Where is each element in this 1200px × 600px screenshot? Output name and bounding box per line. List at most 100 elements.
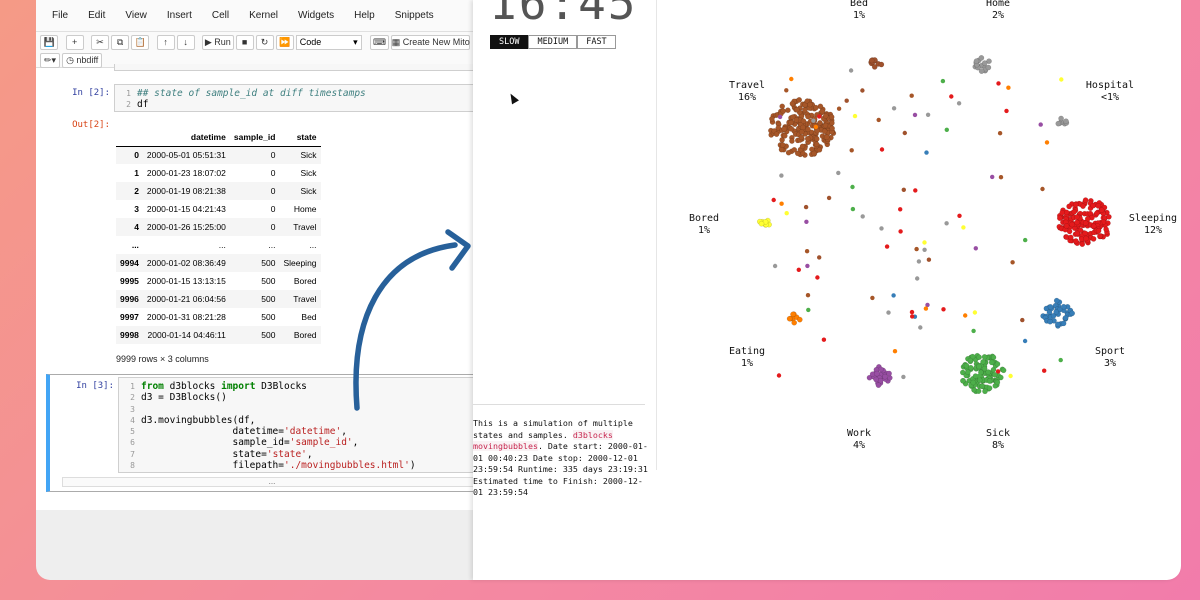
state-label-bored: Bored — [689, 213, 719, 224]
bubble — [849, 148, 854, 153]
bubble — [910, 314, 915, 319]
bubble — [817, 255, 822, 260]
stop-icon[interactable]: ■ — [235, 34, 254, 50]
notebook-area[interactable]: In [2]: 1 ## state of sample_id at diff t… — [36, 64, 476, 510]
bubble — [873, 376, 879, 383]
save-icon[interactable]: 💾 — [40, 34, 59, 50]
menu-insert[interactable]: Insert — [167, 10, 192, 21]
bubble — [779, 173, 784, 178]
bubble — [1022, 338, 1028, 344]
bubbles-canvas[interactable]: Bed1%Home2%Hospital<1%Sleeping12%Sport3%… — [473, 0, 1181, 580]
cell3-line8-str: './movingbubbles.html' — [284, 460, 410, 472]
state-percent-bed: 1% — [853, 10, 865, 21]
cell3-line6-end: , — [352, 437, 359, 449]
cell3-line5-str: 'datetime' — [284, 426, 342, 438]
cell-idx: 9998 — [120, 330, 139, 340]
bubble — [882, 373, 888, 380]
add-cell-icon[interactable]: + — [65, 34, 84, 50]
cell-datetime: 2000-01-31 08:21:28 — [146, 312, 226, 322]
table-header: datetime sample_id state — [116, 128, 321, 147]
move-down-icon[interactable]: ↓ — [176, 34, 195, 50]
active-cell[interactable]: In [3]: 1 from d3blocks import D3Blocks 2… — [46, 374, 476, 492]
cell2-input-prompt: In [2]: — [72, 88, 110, 98]
bubble — [1055, 321, 1061, 328]
copy-icon[interactable]: ⧉ — [111, 34, 130, 50]
bubble — [798, 129, 805, 135]
bubble — [769, 116, 775, 122]
cell-state: Travel — [293, 294, 317, 304]
menu-cell[interactable]: Cell — [212, 10, 229, 21]
bubble — [803, 204, 809, 210]
output-collapsed-ellipsis[interactable]: ... — [62, 477, 476, 487]
bubble — [796, 267, 801, 272]
cell-state: Home — [293, 204, 317, 214]
brush-icon[interactable]: ✏▾ — [40, 52, 61, 68]
move-up-icon[interactable]: ↑ — [156, 34, 175, 50]
cell3-line6-str: 'sample_id' — [289, 437, 353, 449]
cell3-code[interactable]: 1 from d3blocks import D3Blocks 2 d3 = D3B… — [118, 377, 476, 473]
table-row: 9994 2000-01-02 08:36:49 500 Sleeping — [116, 254, 321, 272]
run-label: Run — [214, 37, 231, 47]
mito-button[interactable]: ▦ Create New Mito — [391, 34, 471, 50]
col-datetime: datetime — [142, 128, 230, 147]
menu-kernel[interactable]: Kernel — [249, 10, 278, 21]
cell3-line8-end: ) — [409, 460, 416, 472]
bubble — [981, 60, 988, 66]
menu-widgets[interactable]: Widgets — [298, 10, 334, 21]
cell-state: Bed — [301, 312, 317, 322]
cell3-line5-arg: datetime= — [141, 426, 285, 438]
bubble — [972, 310, 978, 315]
run-button[interactable]: ▶ Run — [202, 34, 234, 50]
bubble — [923, 306, 929, 311]
cell3-input-prompt: In [3]: — [76, 381, 114, 391]
menu-edit[interactable]: Edit — [88, 10, 105, 21]
previous-cell-edge — [114, 64, 476, 71]
menu-help[interactable]: Help — [354, 10, 375, 21]
bubble — [1020, 317, 1025, 323]
menu-snippets[interactable]: Snippets — [395, 10, 434, 21]
bubble — [804, 249, 810, 254]
state-percent-eating: 1% — [741, 358, 753, 369]
state-label-sleeping: Sleeping — [1129, 213, 1177, 224]
cell-sample-id: 500 — [261, 294, 276, 304]
cell-type-value: Code — [299, 37, 322, 47]
cell-idx: 1 — [134, 168, 139, 178]
fast-forward-icon[interactable]: ⏩ — [275, 34, 294, 50]
menu-view[interactable]: View — [125, 10, 147, 21]
bubble — [970, 379, 977, 386]
cell-type-select[interactable]: Code ▾ — [295, 34, 362, 50]
bubble — [976, 373, 982, 378]
table-row: 2 2000-01-19 08:21:38 0 Sick — [116, 182, 321, 200]
restart-icon[interactable]: ↻ — [255, 34, 274, 50]
bubble — [1063, 223, 1070, 229]
cut-icon[interactable]: ✂ — [91, 34, 110, 50]
table-row: 1 2000-01-23 18:07:02 0 Sick — [116, 164, 321, 182]
bubble — [781, 126, 788, 132]
paste-icon[interactable]: 📋 — [131, 34, 150, 50]
cell-sample-id: 0 — [270, 222, 276, 232]
cell-state: Sick — [300, 168, 317, 178]
cell-idx: 2 — [134, 186, 139, 196]
bubble — [1094, 210, 1100, 217]
bubble — [898, 207, 903, 212]
cell-idx: ... — [131, 240, 139, 250]
bubble — [973, 58, 980, 64]
cell-datetime: 2000-01-14 04:46:11 — [147, 330, 226, 340]
state-percent-work: 4% — [853, 440, 865, 451]
bubble — [1095, 227, 1102, 234]
cell-datetime: 2000-01-23 18:07:02 — [146, 168, 226, 178]
menu-bar: File Edit View Insert Cell Kernel Widget… — [36, 0, 476, 32]
menu-file[interactable]: File — [52, 10, 68, 21]
bubble — [1010, 260, 1015, 265]
cell2-code[interactable]: 1 ## state of sample_id at diff timestamp… — [114, 84, 476, 112]
bubble — [1040, 186, 1045, 192]
bubble — [788, 119, 794, 126]
bubble — [1069, 221, 1075, 228]
bubble — [1044, 140, 1050, 145]
bubble — [860, 88, 865, 93]
nbdiff-button[interactable]: ◷ nbdiff — [62, 52, 103, 68]
bubble — [1047, 303, 1054, 310]
keyboard-icon[interactable]: ⌨ — [369, 34, 390, 50]
bubble — [785, 107, 791, 113]
bubble — [1080, 203, 1086, 209]
